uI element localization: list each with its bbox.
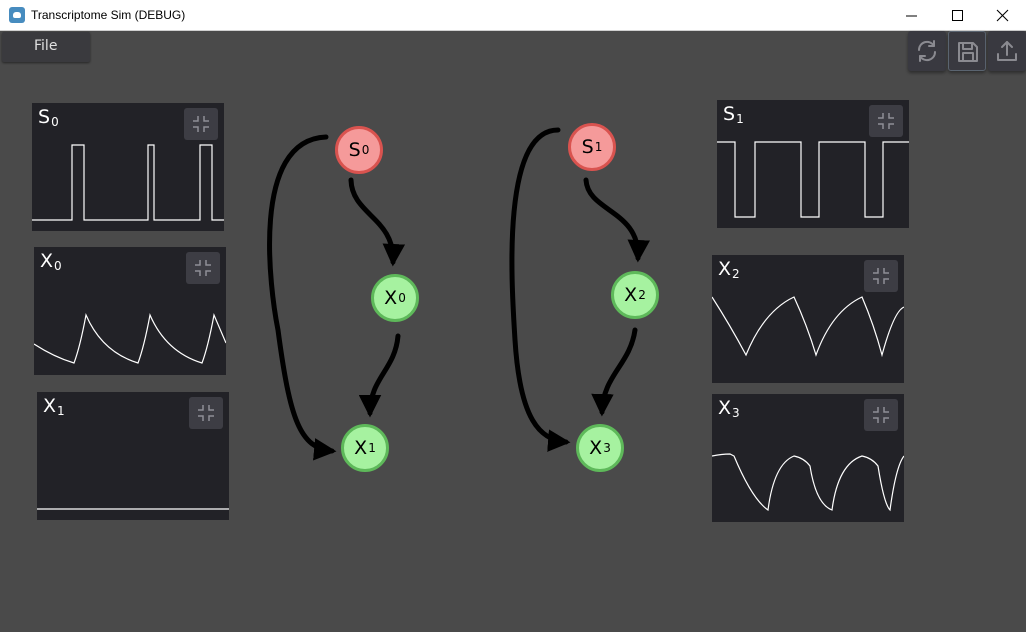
- node-x3[interactable]: X3: [576, 424, 624, 472]
- node-s1[interactable]: S1: [568, 123, 616, 171]
- edge-s1-x2: [583, 177, 650, 263]
- edge-s1-x3: [509, 127, 571, 452]
- edge-s0-x1: [267, 134, 337, 461]
- edge-x0-x1: [358, 333, 401, 418]
- edge-x2-x3: [591, 327, 638, 417]
- node-x0[interactable]: X0: [371, 274, 419, 322]
- network-graph: [267, 127, 650, 461]
- node-x1[interactable]: X1: [341, 424, 389, 472]
- node-s0[interactable]: S0: [335, 126, 383, 174]
- node-x2[interactable]: X2: [611, 271, 659, 319]
- edge-s0-x0: [348, 177, 406, 267]
